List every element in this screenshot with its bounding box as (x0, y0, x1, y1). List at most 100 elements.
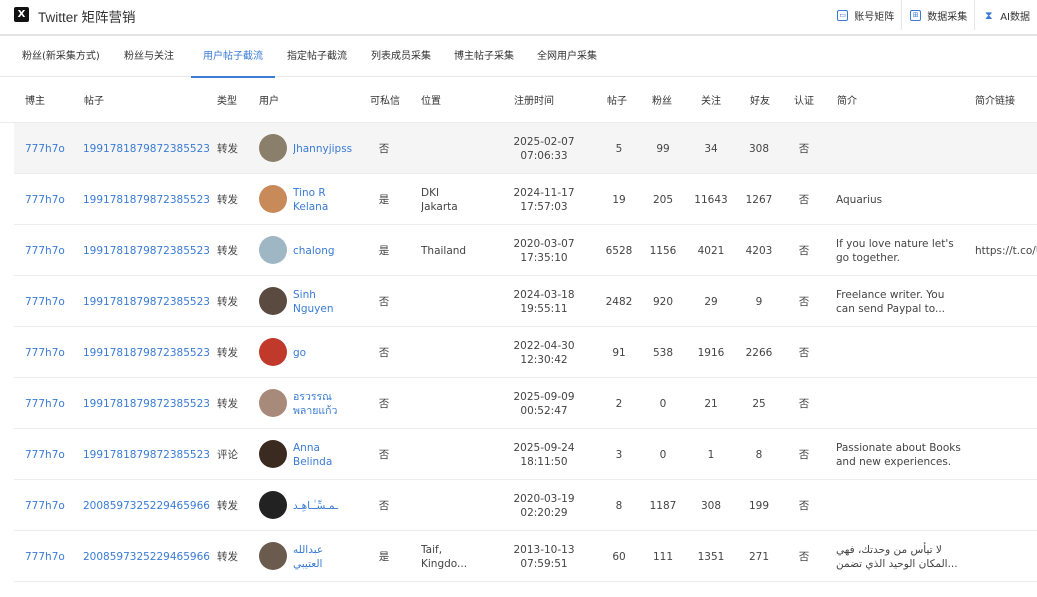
tab-network-user-collection[interactable]: 全网用户采集 (537, 37, 597, 77)
column-header-bio-link[interactable]: 简介链接 (975, 77, 1015, 123)
posts-value: 2482 (605, 295, 633, 308)
table-row[interactable]: 777h7o 1991781879872385523 转发 chalong 是 Thail… (14, 225, 1037, 276)
avatar[interactable] (259, 134, 287, 162)
user-name-line1[interactable]: ـمـسِّـٰـاهِـد (293, 499, 338, 513)
blogger-link[interactable]: 777h7o (25, 500, 65, 512)
avatar[interactable] (259, 287, 287, 315)
table-row[interactable]: 777h7o 1991781879872385523 转发 Jhannyjipss 否 2… (14, 123, 1037, 174)
reg-time-line2: 19:55:11 (520, 302, 568, 315)
column-header-type[interactable]: 类型 (217, 77, 237, 123)
location-cell (421, 276, 501, 327)
column-header-dm[interactable]: 可私信 (370, 77, 400, 123)
user-name-line1[interactable]: Tino R (293, 186, 328, 200)
bio-link[interactable]: https://t.co/U (975, 245, 1037, 257)
following-value: 21 (704, 397, 718, 410)
user-name-line2[interactable]: Belinda (293, 455, 332, 469)
column-header-posts[interactable]: 帖子 (607, 77, 627, 123)
column-header-post[interactable]: 帖子 (84, 77, 104, 123)
table-row[interactable]: 777h7o 1991781879872385523 评论 Anna Belinda 否 2… (14, 429, 1037, 480)
dm-cell: 否 (368, 429, 400, 480)
table-row[interactable]: 777h7o 2008597325229465966 转发 عبدالله العتيب… (14, 531, 1037, 582)
post-link[interactable]: 2008597325229465966 (83, 500, 210, 512)
data-collection-button[interactable]: ⊞ 数据采集 (901, 0, 974, 30)
type-cell: 转发 (217, 276, 252, 327)
column-header-following[interactable]: 关注 (701, 77, 721, 123)
post-link[interactable]: 1991781879872385523 (83, 347, 210, 359)
reg-time-cell: 2025-09-24 18:11:50 (494, 429, 594, 480)
post-link[interactable]: 1991781879872385523 (83, 398, 210, 410)
reg-time-line2: 18:11:50 (520, 455, 568, 468)
user-name-line1[interactable]: Jhannyjipss (293, 142, 352, 156)
avatar[interactable] (259, 338, 287, 366)
dm-cell: 是 (368, 174, 400, 225)
table-row[interactable]: 777h7o 1991781879872385523 转发 Tino R Kelana 是… (14, 174, 1037, 225)
user-name-line1[interactable]: go (293, 346, 306, 360)
tab-followers-new[interactable]: 粉丝(新采集方式) (22, 37, 100, 77)
bio-link-cell: https://t.co/U (975, 225, 1037, 276)
user-name-line1[interactable]: Sinh (293, 288, 334, 302)
blogger-link[interactable]: 777h7o (25, 245, 65, 257)
column-header-verified[interactable]: 认证 (794, 77, 814, 123)
avatar[interactable] (259, 236, 287, 264)
friends-cell: 4203 (738, 225, 780, 276)
reg-time-line1: 2020-03-19 (513, 492, 575, 505)
column-header-location[interactable]: 位置 (421, 77, 441, 123)
table-row[interactable]: 777h7o 2008597325229465966 转发 ـمـسِّـٰـاهِـ… (14, 480, 1037, 531)
friends-value: 1267 (745, 193, 773, 206)
ai-data-button[interactable]: ⧗ AI数据 (974, 0, 1037, 30)
bio-link-cell (975, 378, 1037, 429)
user-name-line1[interactable]: อรวรรณ (293, 390, 337, 404)
blogger-link[interactable]: 777h7o (25, 143, 65, 155)
column-header-friends[interactable]: 好友 (750, 77, 770, 123)
column-header-reg-time[interactable]: 注册时间 (514, 77, 554, 123)
blogger-link[interactable]: 777h7o (25, 296, 65, 308)
blogger-link[interactable]: 777h7o (25, 449, 65, 461)
table-row[interactable]: 777h7o 1991781879872385523 转发 Sinh Nguyen 否 20… (14, 276, 1037, 327)
tab-followers-following[interactable]: 粉丝与关注 (124, 37, 174, 77)
avatar[interactable] (259, 440, 287, 468)
column-header-blogger[interactable]: 博主 (25, 77, 45, 123)
tab-list-member-collection[interactable]: 列表成员采集 (371, 37, 431, 77)
user-name-line2[interactable]: Nguyen (293, 302, 334, 316)
blogger-link[interactable]: 777h7o (25, 398, 65, 410)
following-cell: 21 (688, 378, 734, 429)
avatar[interactable] (259, 491, 287, 519)
location-cell (421, 480, 501, 531)
dm-value: 是 (378, 551, 390, 563)
post-link[interactable]: 1991781879872385523 (83, 245, 210, 257)
column-header-followers[interactable]: 粉丝 (652, 77, 672, 123)
following-value: 1 (707, 448, 715, 461)
blogger-link[interactable]: 777h7o (25, 347, 65, 359)
post-link[interactable]: 1991781879872385523 (83, 194, 210, 206)
post-link[interactable]: 1991781879872385523 (83, 296, 210, 308)
table-row[interactable]: 777h7o 1991781879872385523 转发 go 否 2022-04-30… (14, 327, 1037, 378)
post-link[interactable]: 1991781879872385523 (83, 143, 210, 155)
avatar[interactable] (259, 389, 287, 417)
account-matrix-button[interactable]: ▭ 账号矩阵 (829, 0, 901, 30)
column-header-user[interactable]: 用户 (259, 77, 279, 123)
blogger-link[interactable]: 777h7o (25, 551, 65, 563)
tab-specified-post-intercept[interactable]: 指定帖子截流 (287, 37, 347, 77)
avatar[interactable] (259, 542, 287, 570)
blogger-cell: 777h7o (25, 480, 80, 531)
user-name-line1[interactable]: Anna (293, 441, 332, 455)
tab-user-post-intercept[interactable]: 用户帖子截流 (191, 37, 275, 78)
user-name-line1[interactable]: عبدالله (293, 543, 323, 557)
user-name-line1[interactable]: chalong (293, 244, 335, 258)
verified-cell: 否 (789, 276, 819, 327)
user-name-line2[interactable]: العتيبي (293, 557, 323, 571)
column-header-bio[interactable]: 简介 (837, 77, 857, 123)
user-name-line2[interactable]: พลายแก้ว (293, 404, 337, 418)
reg-time-cell: 2025-09-09 00:52:47 (494, 378, 594, 429)
table-row[interactable]: 777h7o 1991781879872385523 转发 อรวรรณ พลายแก้… (14, 378, 1037, 429)
data-collection-label: 数据采集 (927, 11, 968, 23)
avatar[interactable] (259, 185, 287, 213)
post-link[interactable]: 1991781879872385523 (83, 449, 210, 461)
blogger-link[interactable]: 777h7o (25, 194, 65, 206)
post-link[interactable]: 2008597325229465966 (83, 551, 210, 563)
tab-blogger-post-collection[interactable]: 博主帖子采集 (454, 37, 514, 77)
title-bar: X Twitter 矩阵营销 ▭ 账号矩阵 ⊞ 数据采集 ⧗ AI数据 (0, 0, 1037, 36)
type-cell: 转发 (217, 327, 252, 378)
user-name-line2[interactable]: Kelana (293, 200, 328, 214)
user-cell: ـمـسِّـٰـاهِـد (293, 480, 368, 531)
